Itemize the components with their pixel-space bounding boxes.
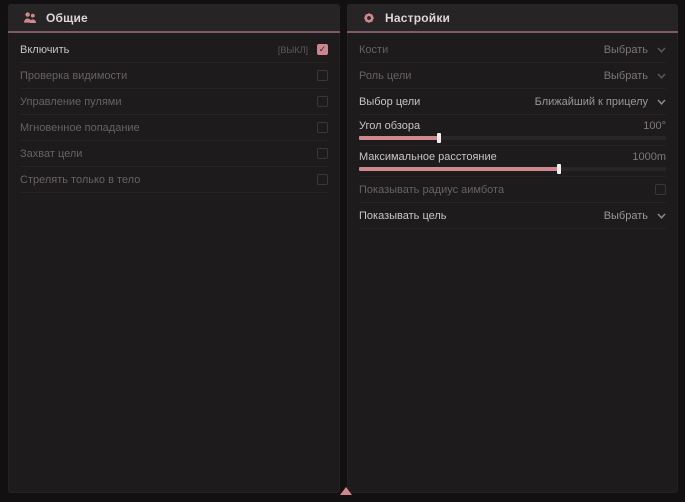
dropdown[interactable]: Выбрать (604, 70, 666, 82)
setting-row: Захват цели (20, 141, 328, 167)
chevron-down-icon (657, 73, 666, 79)
setting-label: Проверка видимости (20, 70, 127, 82)
panel-title: Общие (46, 11, 88, 25)
setting-label: Максимальное расстояние (359, 151, 497, 163)
slider-value: 1000m (632, 151, 666, 163)
checkbox[interactable] (317, 122, 328, 133)
panel-title: Настройки (385, 11, 450, 25)
setting-label: Стрелять только в тело (20, 174, 140, 186)
slider-handle[interactable] (557, 164, 561, 174)
setting-row: Кости Выбрать (359, 37, 666, 63)
settings-rows: Кости Выбрать Роль цели Выбрать Выбор це… (347, 33, 678, 229)
setting-controls (317, 96, 328, 107)
checkbox[interactable] (317, 70, 328, 81)
general-panel-header: Общие (8, 4, 340, 33)
setting-controls (317, 122, 328, 133)
setting-row: Максимальное расстояние 1000m (359, 146, 666, 177)
setting-row: Выбор цели Ближайший к прицелу (359, 89, 666, 115)
settings-panel: Настройки Кости Выбрать Роль цели Выбрат… (347, 4, 678, 493)
dropdown[interactable]: Выбрать (604, 210, 666, 222)
setting-controls (317, 174, 328, 185)
hotkey-badge: [ВЫКЛ] (278, 45, 308, 55)
setting-label: Угол обзора (359, 120, 420, 132)
dropdown-value: Ближайший к прицелу (535, 96, 648, 108)
dropdown-value: Выбрать (604, 210, 648, 222)
general-panel: Общие Включить [ВЫКЛ] ✓ Проверка видимос… (8, 4, 340, 493)
setting-row: Угол обзора 100° (359, 115, 666, 146)
slider-fill (359, 136, 439, 140)
setting-label: Показывать цель (359, 210, 447, 222)
setting-row: Проверка видимости (20, 63, 328, 89)
setting-label: Захват цели (20, 148, 82, 160)
slider-fill (359, 167, 559, 171)
setting-row: Показывать радиус аимбота (359, 177, 666, 203)
checkbox[interactable] (655, 184, 666, 195)
checkbox[interactable] (317, 148, 328, 159)
dropdown-value: Выбрать (604, 44, 648, 56)
setting-row: Включить [ВЫКЛ] ✓ (20, 37, 328, 63)
setting-controls (655, 184, 666, 195)
setting-row: Роль цели Выбрать (359, 63, 666, 89)
dropdown[interactable]: Выбрать (604, 44, 666, 56)
setting-controls (317, 70, 328, 81)
setting-label: Показывать радиус аимбота (359, 184, 504, 196)
checkbox[interactable] (317, 174, 328, 185)
setting-controls (317, 148, 328, 159)
setting-label: Включить (20, 44, 69, 56)
slider-handle[interactable] (437, 133, 441, 143)
setting-row: Показывать цель Выбрать (359, 203, 666, 229)
setting-label: Выбор цели (359, 96, 420, 108)
slider-value: 100° (643, 120, 666, 132)
settings-panel-header: Настройки (347, 4, 678, 33)
dropdown-value: Выбрать (604, 70, 648, 82)
users-icon (23, 11, 37, 25)
chevron-down-icon (657, 47, 666, 53)
chevron-down-icon (657, 99, 666, 105)
slider[interactable] (359, 167, 666, 171)
slider[interactable] (359, 136, 666, 140)
setting-label: Роль цели (359, 70, 411, 82)
dropdown[interactable]: Ближайший к прицелу (535, 96, 666, 108)
setting-controls: [ВЫКЛ] ✓ (278, 44, 328, 55)
chevron-down-icon (657, 213, 666, 219)
setting-row: Стрелять только в тело (20, 167, 328, 193)
checkbox[interactable] (317, 96, 328, 107)
gear-icon (362, 11, 376, 25)
setting-row: Мгновенное попадание (20, 115, 328, 141)
setting-label: Управление пулями (20, 96, 122, 108)
checkbox[interactable]: ✓ (317, 44, 328, 55)
general-rows: Включить [ВЫКЛ] ✓ Проверка видимости Упр… (8, 33, 340, 193)
setting-row: Управление пулями (20, 89, 328, 115)
setting-label: Кости (359, 44, 388, 56)
scroll-up-indicator[interactable] (340, 487, 352, 495)
setting-label: Мгновенное попадание (20, 122, 140, 134)
